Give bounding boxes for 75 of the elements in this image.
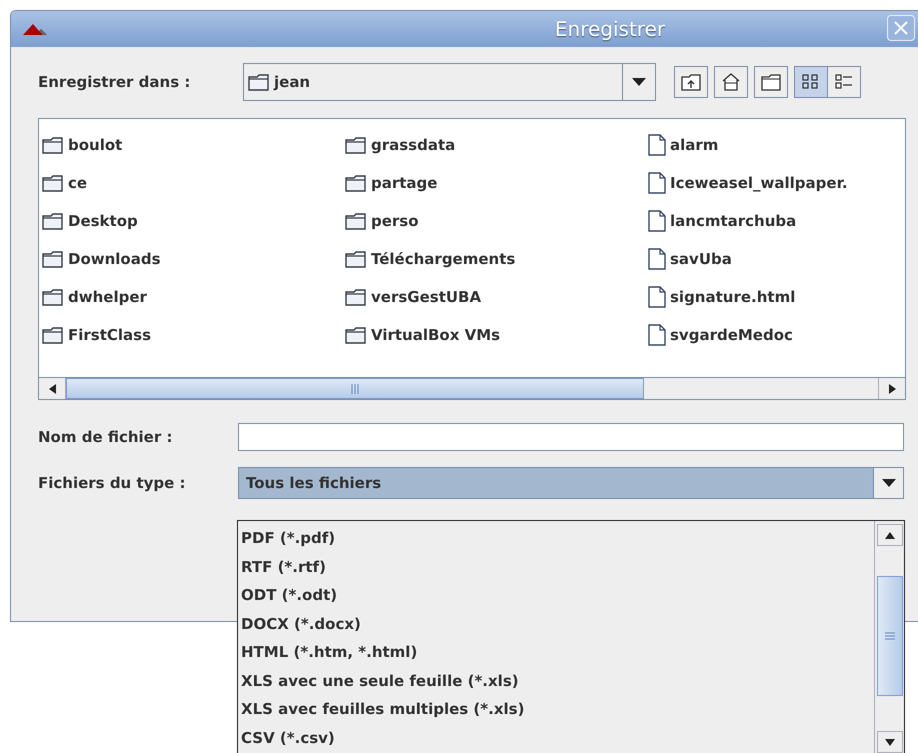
file-item[interactable]: Téléchargements xyxy=(342,240,645,278)
up-arrow-icon xyxy=(884,532,894,538)
toolbar-button[interactable] xyxy=(794,66,828,98)
file-type-value: Tous les fichiers xyxy=(245,472,382,494)
file-item[interactable]: boulot xyxy=(39,126,342,164)
toolbar-button[interactable] xyxy=(827,66,861,98)
folder-icon xyxy=(345,136,367,154)
file-icon xyxy=(648,210,666,232)
file-name-field[interactable] xyxy=(238,423,904,451)
file-icon xyxy=(648,172,666,194)
folder-icon xyxy=(345,326,367,344)
file-name-label: Nom de fichier : xyxy=(38,426,174,448)
left-arrow-icon xyxy=(48,384,56,394)
app-logo-icon xyxy=(23,23,49,35)
file-item[interactable]: Downloads xyxy=(39,240,342,278)
file-type-option[interactable]: HTML (*.htm, *.html) xyxy=(238,638,874,666)
horizontal-scrollbar[interactable] xyxy=(39,377,905,399)
file-item[interactable]: ce xyxy=(39,164,342,202)
file-type-option[interactable]: DOCX (*.docx) xyxy=(238,610,874,638)
file-type-option[interactable]: PDF (*.pdf) xyxy=(238,524,874,552)
folder-icon xyxy=(42,174,64,192)
home-icon xyxy=(721,72,741,92)
vertical-scrollbar[interactable] xyxy=(874,521,904,753)
folder-up-icon xyxy=(681,73,701,91)
folder-icon xyxy=(761,73,781,91)
folder-icon xyxy=(248,73,270,91)
folder-icon xyxy=(42,288,64,306)
save-in-dropdown[interactable]: jean xyxy=(243,63,656,101)
file-type-option[interactable]: XLS avec une seule feuille (*.xls) xyxy=(238,666,874,695)
file-item[interactable]: VirtualBox VMs xyxy=(342,316,645,354)
details-view-icon xyxy=(834,73,854,91)
file-item[interactable]: grassdata xyxy=(342,126,645,164)
toolbar-button[interactable] xyxy=(754,66,788,98)
folder-icon xyxy=(42,326,64,344)
file-item[interactable]: versGestUBA xyxy=(342,278,645,316)
caret-icon xyxy=(882,479,896,487)
folder-icon xyxy=(345,212,367,230)
folder-icon xyxy=(42,250,64,268)
grip-icon xyxy=(351,384,359,394)
file-item[interactable]: partage xyxy=(342,164,645,202)
save-in-value: jean xyxy=(274,72,310,93)
file-type-option[interactable]: XLS avec feuilles multiples (*.xls) xyxy=(238,695,874,724)
folder-icon xyxy=(345,250,367,268)
file-item[interactable]: FirstClass xyxy=(39,316,342,354)
file-item[interactable]: alarm xyxy=(645,126,895,164)
file-type-dropdown[interactable]: Tous les fichiers xyxy=(238,467,904,499)
file-item[interactable]: signature.html xyxy=(645,278,895,316)
toolbar-button[interactable] xyxy=(714,66,748,98)
caret-icon xyxy=(632,78,646,86)
file-icon xyxy=(648,134,666,156)
save-in-label: Enregistrer dans : xyxy=(38,72,192,93)
folder-icon xyxy=(345,288,367,306)
file-type-label: Fichiers du type : xyxy=(38,472,187,494)
grip-icon xyxy=(884,632,894,640)
file-type-option[interactable]: ODT (*.odt) xyxy=(238,581,874,610)
file-icon xyxy=(648,286,666,308)
file-item[interactable]: savUba xyxy=(645,240,895,278)
window-title: Enregistrer xyxy=(554,16,666,43)
file-type-option[interactable]: CSV (*.csv) xyxy=(238,724,874,752)
file-icon xyxy=(648,324,666,346)
folder-icon xyxy=(42,136,64,154)
file-item[interactable]: lancmtarchuba xyxy=(645,202,895,240)
file-item[interactable]: perso xyxy=(342,202,645,240)
file-item[interactable]: svgardeMedoc xyxy=(645,316,895,354)
file-type-option[interactable]: RTF (*.rtf) xyxy=(238,552,874,581)
right-arrow-icon xyxy=(888,384,896,394)
folder-icon xyxy=(345,174,367,192)
toolbar-button[interactable] xyxy=(674,66,708,98)
close-icon xyxy=(894,21,908,35)
down-arrow-icon xyxy=(884,738,894,746)
file-item[interactable]: Desktop xyxy=(39,202,342,240)
file-item[interactable]: Iceweasel_wallpaper. xyxy=(645,164,895,202)
file-item[interactable]: dwhelper xyxy=(39,278,342,316)
file-icon xyxy=(648,248,666,270)
folder-icon xyxy=(42,212,64,230)
